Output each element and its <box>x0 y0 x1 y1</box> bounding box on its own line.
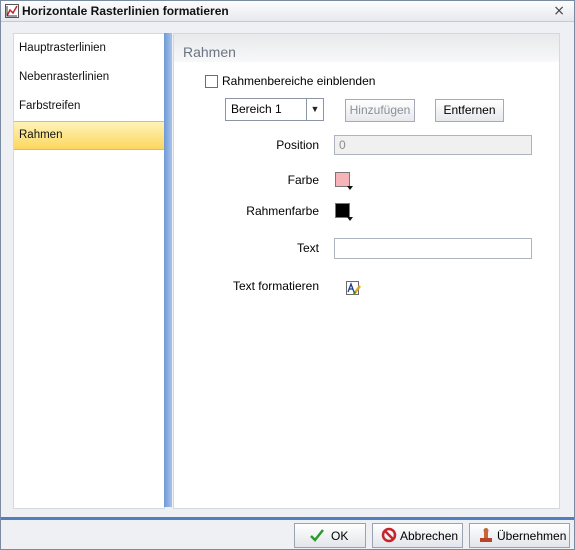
splitter-bar <box>164 33 172 507</box>
sidebar-item-farbstreifen[interactable]: Farbstreifen <box>14 92 164 121</box>
cancel-icon <box>381 527 397 543</box>
panel-title: Rahmen <box>183 44 236 60</box>
add-range-button[interactable]: Hinzufügen <box>345 99 415 122</box>
title-bar: Horizontale Rasterlinien formatieren × <box>1 1 574 22</box>
swatch-dropdown-icon <box>347 217 353 221</box>
sidebar-item-rahmen[interactable]: Rahmen <box>14 121 164 150</box>
sidebar-item-nebenrasterlinien[interactable]: Nebenrasterlinien <box>14 63 164 92</box>
text-input[interactable] <box>334 238 532 259</box>
swatch-dropdown-icon <box>347 186 353 190</box>
ok-button[interactable]: OK <box>294 523 366 548</box>
range-select[interactable]: Bereich 1 ▼ <box>225 98 324 121</box>
dialog-content: Hauptrasterlinien Nebenrasterlinien Farb… <box>3 22 572 515</box>
text-format-label: Text formatieren <box>232 279 319 293</box>
close-icon[interactable]: × <box>553 3 565 19</box>
cancel-button[interactable]: Abbrechen <box>372 523 463 548</box>
dialog-window: Horizontale Rasterlinien formatieren × H… <box>0 0 575 550</box>
text-label: Text <box>296 241 319 255</box>
apply-label: Übernehmen <box>497 529 567 543</box>
color-swatch[interactable] <box>335 172 353 190</box>
sidebar-item-hauptrasterlinien[interactable]: Hauptrasterlinien <box>14 34 164 63</box>
range-select-value: Bereich 1 <box>231 102 282 116</box>
apply-button[interactable]: Übernehmen <box>469 523 570 548</box>
apply-stamp-icon <box>480 528 492 542</box>
remove-range-button[interactable]: Entfernen <box>435 99 504 122</box>
cancel-label: Abbrechen <box>400 529 459 543</box>
text-format-icon[interactable] <box>345 280 361 296</box>
sidebar-nav: Hauptrasterlinien Nebenrasterlinien Farb… <box>13 33 165 509</box>
ok-label: OK <box>331 529 349 543</box>
window-title: Horizontale Rasterlinien formatieren <box>22 4 229 18</box>
show-ranges-checkbox[interactable] <box>205 75 218 88</box>
show-ranges-label: Rahmenbereiche einblenden <box>222 74 376 88</box>
chevron-down-icon[interactable]: ▼ <box>306 99 323 120</box>
border-color-swatch[interactable] <box>335 203 353 221</box>
border-color-label: Rahmenfarbe <box>246 204 319 218</box>
dialog-footer: OK Abbrechen Übernehmen <box>1 520 574 549</box>
settings-panel: Rahmen Rahmenbereiche einblenden Bereich… <box>173 33 560 509</box>
checkmark-icon <box>310 529 324 542</box>
chart-app-icon <box>5 4 19 18</box>
panel-header: Rahmen <box>174 34 559 62</box>
position-label: Position <box>276 138 319 152</box>
position-field[interactable]: 0 <box>334 135 532 155</box>
color-label: Farbe <box>287 173 319 187</box>
